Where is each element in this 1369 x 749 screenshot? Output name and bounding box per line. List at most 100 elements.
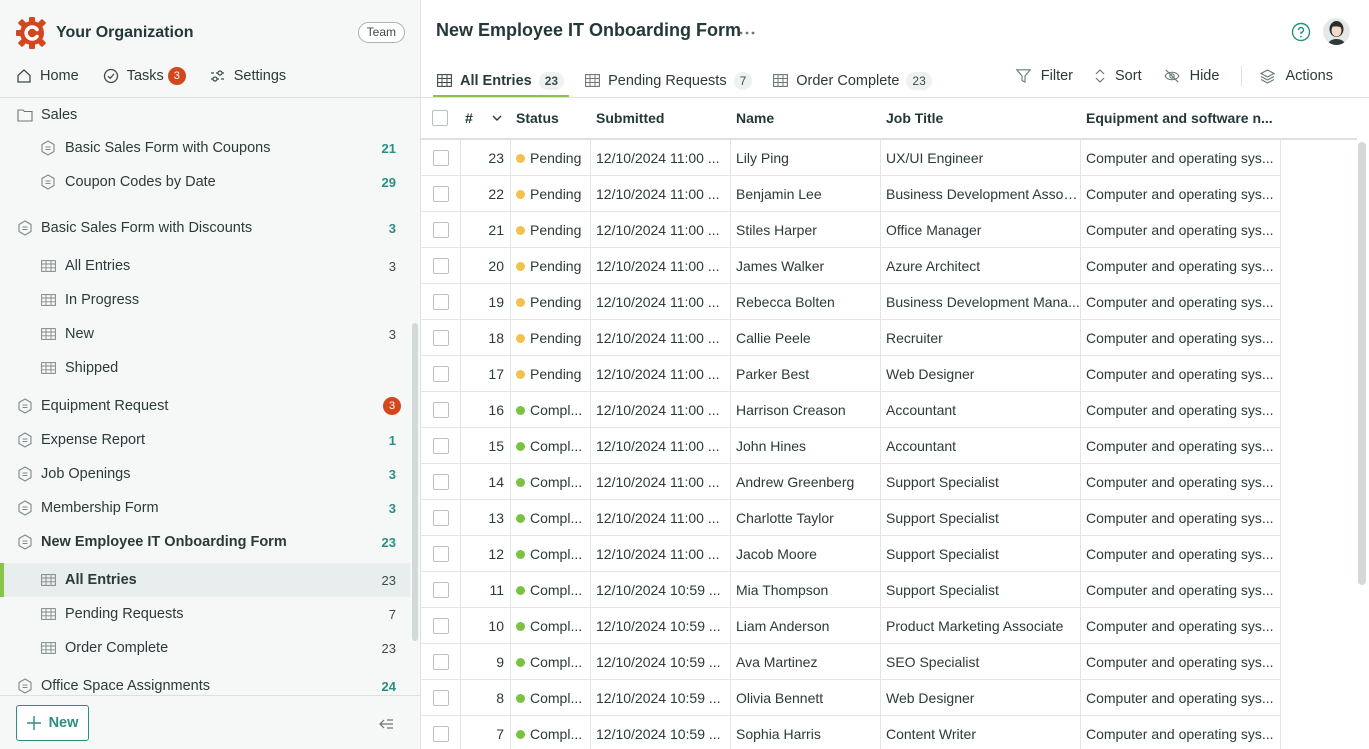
- collapse-sidebar-icon[interactable]: [378, 718, 394, 730]
- table-row[interactable]: 14 Compl... 12/10/2024 11:00 ... Andrew Gre…: [421, 464, 1281, 500]
- equipment-cell[interactable]: Computer and operating sys...: [1081, 212, 1281, 248]
- submitted-cell[interactable]: 12/10/2024 11:00 ...: [591, 356, 731, 392]
- submitted-cell[interactable]: 12/10/2024 10:59 ...: [591, 680, 731, 716]
- row-select-cell[interactable]: [421, 500, 461, 536]
- job-title-cell[interactable]: Support Specialist: [881, 572, 1081, 608]
- equipment-cell[interactable]: Computer and operating sys...: [1081, 608, 1281, 644]
- equipment-cell[interactable]: Computer and operating sys...: [1081, 500, 1281, 536]
- status-cell[interactable]: Pending: [511, 356, 591, 392]
- checkbox[interactable]: [432, 438, 449, 454]
- name-cell[interactable]: Benjamin Lee: [731, 176, 881, 212]
- checkbox[interactable]: [432, 402, 449, 418]
- job-title-cell[interactable]: Web Designer: [881, 356, 1081, 392]
- name-cell[interactable]: Harrison Creason: [731, 392, 881, 428]
- nav-tasks[interactable]: Tasks 3: [103, 67, 186, 85]
- checkbox[interactable]: [432, 510, 449, 526]
- name-cell[interactable]: Callie Peele: [731, 320, 881, 356]
- checkbox[interactable]: [432, 474, 449, 490]
- job-title-cell[interactable]: SEO Specialist: [881, 644, 1081, 680]
- job-title-cell[interactable]: Azure Architect: [881, 248, 1081, 284]
- col-header-name[interactable]: Name: [736, 98, 876, 138]
- equipment-cell[interactable]: Computer and operating sys...: [1081, 176, 1281, 212]
- equipment-cell[interactable]: Computer and operating sys...: [1081, 140, 1281, 176]
- equipment-cell[interactable]: Computer and operating sys...: [1081, 464, 1281, 500]
- job-title-cell[interactable]: Recruiter: [881, 320, 1081, 356]
- name-cell[interactable]: Rebecca Bolten: [731, 284, 881, 320]
- status-cell[interactable]: Pending: [511, 140, 591, 176]
- equipment-cell[interactable]: Computer and operating sys...: [1081, 428, 1281, 464]
- submitted-cell[interactable]: 12/10/2024 10:59 ...: [591, 644, 731, 680]
- team-chip[interactable]: Team: [357, 22, 405, 43]
- name-cell[interactable]: Lily Ping: [731, 140, 881, 176]
- checkbox[interactable]: [432, 618, 449, 634]
- table-row[interactable]: 11 Compl... 12/10/2024 10:59 ... Mia Thomps…: [421, 572, 1281, 608]
- tab-order-complete[interactable]: Order Complete 23: [769, 64, 937, 97]
- new-button[interactable]: New: [16, 705, 89, 741]
- status-cell[interactable]: Compl...: [511, 428, 591, 464]
- submitted-cell[interactable]: 12/10/2024 11:00 ...: [591, 536, 731, 572]
- equipment-cell[interactable]: Computer and operating sys...: [1081, 716, 1281, 749]
- job-title-cell[interactable]: Product Marketing Associate: [881, 608, 1081, 644]
- status-cell[interactable]: Compl...: [511, 680, 591, 716]
- tab-pending-requests[interactable]: Pending Requests 7: [581, 64, 757, 97]
- sidebar-item-job-openings[interactable]: Job Openings 3: [0, 457, 410, 491]
- checkbox[interactable]: [432, 258, 449, 274]
- row-select-cell[interactable]: [421, 140, 461, 176]
- status-cell[interactable]: Pending: [511, 248, 591, 284]
- equipment-cell[interactable]: Computer and operating sys...: [1081, 392, 1281, 428]
- name-cell[interactable]: James Walker: [731, 248, 881, 284]
- avatar[interactable]: [1323, 18, 1350, 45]
- sidebar-item-membership-form[interactable]: Membership Form 3: [0, 491, 410, 525]
- equipment-cell[interactable]: Computer and operating sys...: [1081, 320, 1281, 356]
- sidebar-item-equipment-request[interactable]: Equipment Request 3: [0, 389, 410, 423]
- table-scrollbar[interactable]: [1358, 142, 1366, 585]
- equipment-cell[interactable]: Computer and operating sys...: [1081, 680, 1281, 716]
- row-select-cell[interactable]: [421, 320, 461, 356]
- nav-home[interactable]: Home: [16, 68, 79, 84]
- col-header-submitted[interactable]: Submitted: [596, 98, 726, 138]
- sidebar-item-basic-sales-form-with-coupons[interactable]: Basic Sales Form with Coupons 21: [0, 131, 410, 165]
- table-row[interactable]: 15 Compl... 12/10/2024 11:00 ... John Hines…: [421, 428, 1281, 464]
- equipment-cell[interactable]: Computer and operating sys...: [1081, 284, 1281, 320]
- name-cell[interactable]: Olivia Bennett: [731, 680, 881, 716]
- select-all-checkbox[interactable]: [432, 98, 450, 138]
- sidebar-item-new-employee-it-onboarding-form[interactable]: New Employee IT Onboarding Form 23: [0, 525, 410, 559]
- col-header-number[interactable]: #: [465, 98, 479, 138]
- hide-button[interactable]: Hide: [1163, 68, 1219, 84]
- table-row[interactable]: 10 Compl... 12/10/2024 10:59 ... Liam Ander…: [421, 608, 1281, 644]
- sidebar-item-basic-sales-form-with-discounts[interactable]: Basic Sales Form with Discounts 3: [0, 211, 410, 245]
- checkbox[interactable]: [432, 690, 449, 706]
- sidebar-item-new[interactable]: New 3: [0, 317, 410, 351]
- actions-button[interactable]: Actions: [1260, 68, 1333, 84]
- row-select-cell[interactable]: [421, 572, 461, 608]
- submitted-cell[interactable]: 12/10/2024 11:00 ...: [591, 248, 731, 284]
- job-title-cell[interactable]: Support Specialist: [881, 464, 1081, 500]
- job-title-cell[interactable]: Accountant: [881, 428, 1081, 464]
- name-cell[interactable]: Sophia Harris: [731, 716, 881, 749]
- status-cell[interactable]: Compl...: [511, 716, 591, 749]
- job-title-cell[interactable]: Business Development Assoc...: [881, 176, 1081, 212]
- row-select-cell[interactable]: [421, 248, 461, 284]
- name-cell[interactable]: John Hines: [731, 428, 881, 464]
- col-header-job-title[interactable]: Job Title: [886, 98, 1076, 138]
- tab-all-entries[interactable]: All Entries 23: [433, 64, 570, 98]
- table-row[interactable]: 13 Compl... 12/10/2024 11:00 ... Charlotte …: [421, 500, 1281, 536]
- sidebar-item-expense-report[interactable]: Expense Report 1: [0, 423, 410, 457]
- table-row[interactable]: 17 Pending 12/10/2024 11:00 ... Parker Best…: [421, 356, 1281, 392]
- col-header-equipment[interactable]: Equipment and software n...: [1086, 98, 1276, 138]
- chevron-down-icon[interactable]: [492, 98, 506, 138]
- sidebar-item-shipped[interactable]: Shipped: [0, 351, 410, 385]
- table-row[interactable]: 21 Pending 12/10/2024 11:00 ... Stiles Harp…: [421, 212, 1281, 248]
- sidebar-item-all-entries[interactable]: All Entries 3: [0, 249, 410, 283]
- table-row[interactable]: 7 Compl... 12/10/2024 10:59 ... Sophia Harr…: [421, 716, 1281, 749]
- status-cell[interactable]: Compl...: [511, 464, 591, 500]
- checkbox[interactable]: [432, 366, 449, 382]
- checkbox[interactable]: [432, 150, 449, 166]
- row-select-cell[interactable]: [421, 428, 461, 464]
- submitted-cell[interactable]: 12/10/2024 11:00 ...: [591, 392, 731, 428]
- submitted-cell[interactable]: 12/10/2024 10:59 ...: [591, 572, 731, 608]
- table-row[interactable]: 23 Pending 12/10/2024 11:00 ... Lily Ping UX…: [421, 140, 1281, 176]
- help-icon[interactable]: [1291, 22, 1311, 42]
- job-title-cell[interactable]: Content Writer: [881, 716, 1081, 749]
- name-cell[interactable]: Liam Anderson: [731, 608, 881, 644]
